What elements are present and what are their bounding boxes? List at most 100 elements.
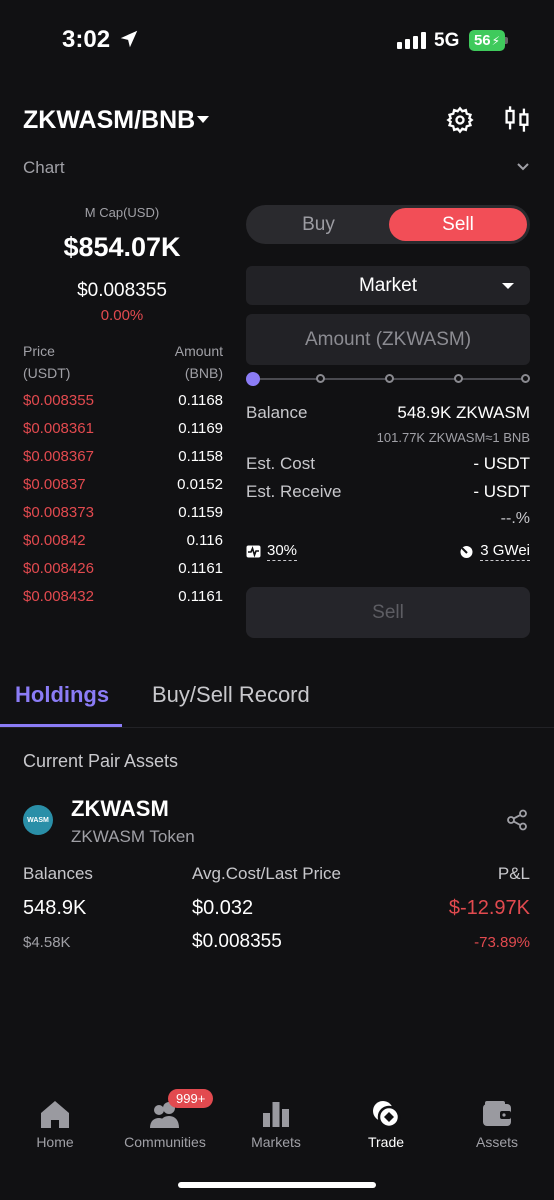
est-receive-label: Est. Receive <box>246 482 342 501</box>
pnl-value: $-12.97K <box>448 897 530 919</box>
orderbook-row[interactable]: $0.00837 0.0152 <box>23 470 223 498</box>
candlestick-icon[interactable] <box>503 104 531 134</box>
orderbook-row[interactable]: $0.008361 0.1169 <box>23 414 223 442</box>
nav-home[interactable]: Home <box>0 1096 110 1150</box>
orderbook-amount: 0.116 <box>186 531 223 549</box>
trade-icon <box>373 1101 401 1129</box>
order-type-select[interactable]: Market <box>246 266 530 305</box>
share-icon[interactable] <box>506 809 528 831</box>
nav-markets[interactable]: Markets <box>221 1096 331 1150</box>
gas-setting[interactable]: 3 GWei <box>459 542 530 561</box>
orderbook-row[interactable]: $0.008367 0.1158 <box>23 442 223 470</box>
orderbook-price: $0.008426 <box>23 559 94 577</box>
orderbook-amount-header: Amount (BNB) <box>175 340 223 384</box>
network-type: 5G <box>434 30 460 51</box>
orderbook-price: $0.008355 <box>23 391 94 409</box>
nav-assets[interactable]: Assets <box>442 1096 552 1150</box>
tab-holdings[interactable]: Holdings <box>15 682 109 708</box>
gas-value: 3 GWei <box>480 542 530 561</box>
orderbook-row[interactable]: $0.008355 0.1168 <box>23 386 223 414</box>
gas-icon <box>460 546 473 558</box>
orderbook-row[interactable]: $0.00842 0.116 <box>23 526 223 554</box>
orderbook-row[interactable]: $0.008373 0.1159 <box>23 498 223 526</box>
sell-tab[interactable]: Sell <box>389 208 527 241</box>
orderbook-row[interactable]: $0.008426 0.1161 <box>23 554 223 582</box>
token-logo: WASM <box>23 805 53 835</box>
slider-step-25[interactable] <box>316 374 325 383</box>
est-cost-label: Est. Cost <box>246 454 315 473</box>
markets-icon <box>263 1102 289 1127</box>
amount-input[interactable] <box>246 314 530 365</box>
notification-badge: 999+ <box>168 1089 214 1108</box>
pnl-header: P&L <box>497 864 530 883</box>
token-name: ZKWASM Token <box>71 827 195 846</box>
orderbook-price: $0.008432 <box>23 587 94 605</box>
orderbook-price: $0.00842 <box>23 531 86 549</box>
caret-down-icon[interactable] <box>502 283 514 289</box>
battery-tip <box>505 37 508 44</box>
orderbook-price: $0.008373 <box>23 503 94 521</box>
price-header-unit: (USDT) <box>23 365 71 381</box>
slider-step-50[interactable] <box>385 374 394 383</box>
avg-cost-header: Avg.Cost/Last Price <box>192 864 341 883</box>
slider-thumb[interactable] <box>246 372 260 386</box>
orderbook-price: $0.008367 <box>23 447 94 465</box>
section-title: Current Pair Assets <box>23 751 179 771</box>
pair-selector[interactable]: ZKWASM/BNB <box>23 106 195 135</box>
orderbook-amount: 0.1161 <box>178 587 223 605</box>
current-price: $0.008355 <box>77 280 167 301</box>
orderbook-price: $0.008361 <box>23 419 94 437</box>
nav-markets-label: Markets <box>251 1134 301 1150</box>
nav-assets-label: Assets <box>475 1134 518 1150</box>
nav-trade-label: Trade <box>367 1134 405 1150</box>
holding-balance: 548.9K <box>23 897 87 919</box>
pair-dropdown-icon[interactable] <box>197 116 209 123</box>
mcap-value: $854.07K <box>63 232 181 262</box>
amount-header-unit: (BNB) <box>184 365 223 381</box>
status-time: 3:02 <box>62 26 111 53</box>
price-change: 0.00% <box>100 307 144 324</box>
est-receive-value: - USDT <box>473 482 530 501</box>
chart-toggle-label[interactable]: Chart <box>23 158 65 178</box>
signal-icon <box>397 32 426 49</box>
tab-buy-sell-record[interactable]: Buy/Sell Record <box>152 682 310 708</box>
orderbook-row[interactable]: $0.008432 0.1161 <box>23 582 223 610</box>
active-tab-indicator <box>0 724 122 727</box>
home-indicator <box>178 1182 376 1188</box>
est-cost-value: - USDT <box>473 454 530 473</box>
balance-value: 548.9K ZKWASM <box>397 403 530 422</box>
sell-submit-button[interactable]: Sell <box>246 587 530 638</box>
orderbook-amount: 0.1158 <box>178 447 223 465</box>
receive-percent: --.% <box>500 510 530 527</box>
buy-tab[interactable]: Buy <box>250 208 387 241</box>
amount-header-label: Amount <box>174 343 223 359</box>
orderbook-amount: 0.1159 <box>178 503 223 521</box>
slippage-setting[interactable]: 30% <box>246 542 298 561</box>
chevron-down-icon[interactable] <box>515 158 531 174</box>
balance-label: Balance <box>246 403 308 422</box>
slippage-icon <box>246 545 261 558</box>
orderbook-price: $0.00837 <box>23 475 86 493</box>
location-arrow-icon <box>120 30 138 48</box>
orderbook-amount: 0.1168 <box>178 391 223 409</box>
orderbook-price-header: Price (USDT) <box>23 340 70 384</box>
orderbook-amount: 0.1169 <box>178 419 223 437</box>
mcap-label: M Cap(USD) <box>84 205 160 220</box>
orderbook-amount: 0.1161 <box>178 559 223 577</box>
balance-conversion: 101.77K ZKWASM≈1 BNB <box>376 430 530 445</box>
tab-divider <box>0 727 554 728</box>
slider-step-75[interactable] <box>454 374 463 383</box>
slider-step-100[interactable] <box>521 374 530 383</box>
balances-header: Balances <box>23 864 93 883</box>
pnl-percent: -73.89% <box>474 934 530 951</box>
nav-trade[interactable]: Trade <box>331 1096 441 1150</box>
holding-balance-usd: $4.58K <box>23 934 71 951</box>
gear-icon[interactable] <box>446 106 474 134</box>
wallet-icon <box>483 1101 511 1126</box>
last-price-value: $0.008355 <box>192 931 282 952</box>
slippage-value: 30% <box>267 542 298 561</box>
token-logo-text: WASM <box>27 816 49 824</box>
battery-level: 56 <box>473 32 491 49</box>
nav-home-label: Home <box>36 1134 74 1150</box>
price-header-label: Price <box>23 343 55 359</box>
